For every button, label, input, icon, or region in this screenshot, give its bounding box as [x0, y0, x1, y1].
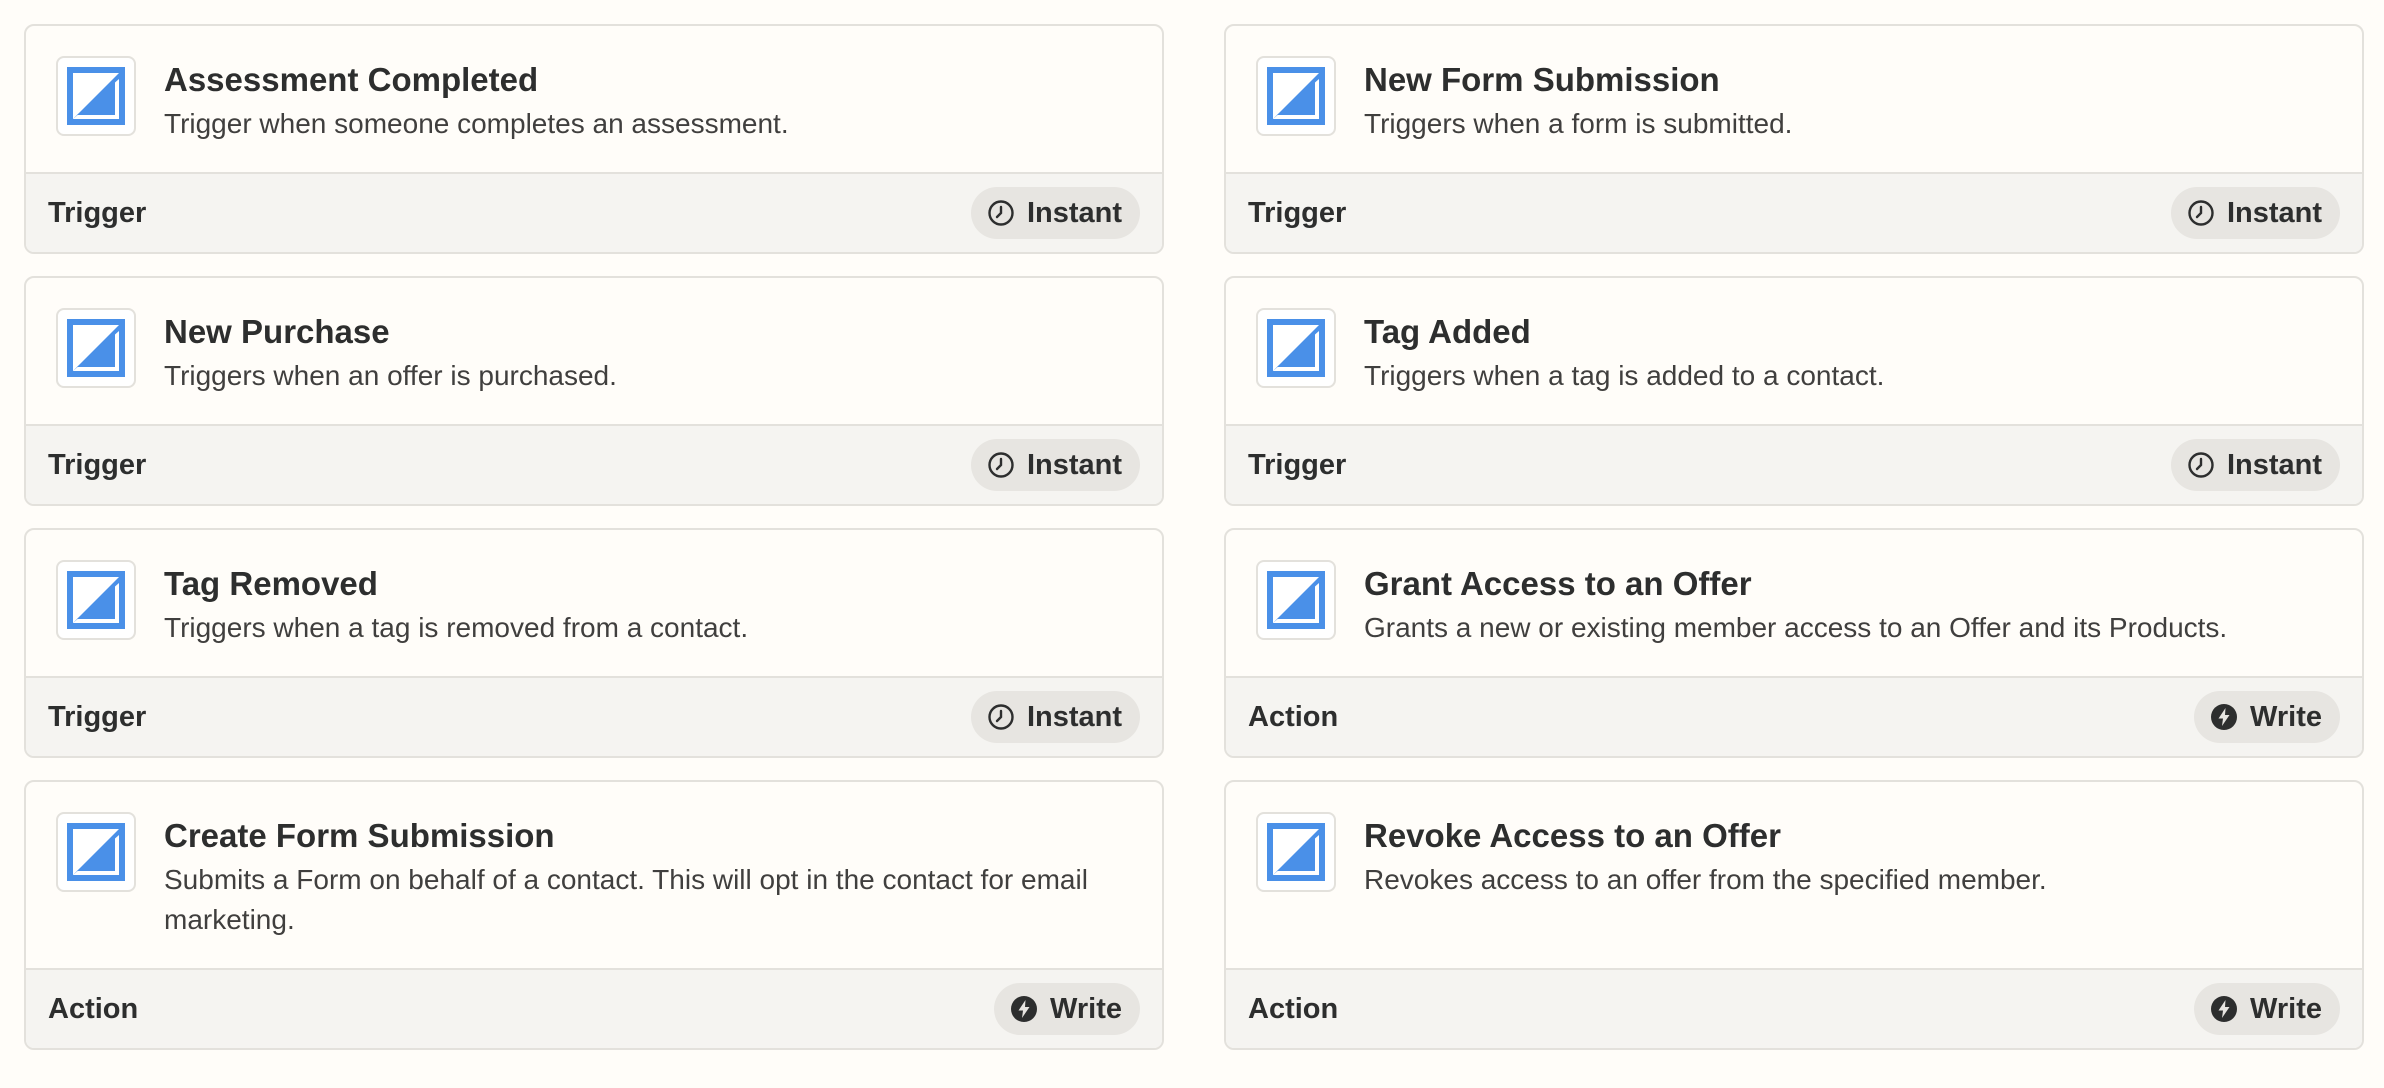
- app-card[interactable]: Tag Removed Triggers when a tag is remov…: [24, 528, 1164, 758]
- badge-label: Instant: [1026, 448, 1122, 481]
- badge-label: Instant: [2226, 448, 2322, 481]
- badge-label: Write: [2250, 992, 2322, 1025]
- card-description: Triggers when an offer is purchased.: [164, 360, 617, 391]
- card-title: Tag Added: [1364, 313, 1531, 350]
- card-header: New Purchase Triggers when an offer is p…: [26, 278, 1162, 424]
- clock-icon: [988, 704, 1014, 730]
- instant-badge: Instant: [970, 691, 1140, 743]
- kajabi-logo-icon: [1256, 308, 1336, 388]
- card-kind-label: Action: [48, 992, 139, 1025]
- lightning-icon: [1011, 996, 1038, 1022]
- card-kind-label: Action: [1248, 700, 1339, 733]
- card-footer: Trigger Instant: [26, 676, 1162, 756]
- kajabi-logo-icon: [56, 56, 136, 136]
- card-footer: Trigger Instant: [26, 424, 1162, 504]
- card-description: Submits a Form on behalf of a contact. T…: [164, 864, 1088, 935]
- clock-icon: [988, 452, 1014, 478]
- app-card[interactable]: Grant Access to an Offer Grants a new or…: [1224, 528, 2364, 758]
- card-kind-label: Trigger: [48, 448, 147, 481]
- card-footer: Trigger Instant: [26, 172, 1162, 252]
- card-header: Grant Access to an Offer Grants a new or…: [1226, 530, 2362, 676]
- instant-badge: Instant: [2170, 439, 2340, 491]
- clock-icon: [988, 200, 1014, 226]
- app-card[interactable]: Assessment Completed Trigger when someon…: [24, 24, 1164, 254]
- lightning-icon: [2211, 704, 2238, 730]
- card-description: Grants a new or existing member access t…: [1364, 612, 2228, 643]
- card-header: Tag Removed Triggers when a tag is remov…: [26, 530, 1162, 676]
- card-header: Revoke Access to an Offer Revokes access…: [1226, 782, 2362, 968]
- card-header: Create Form Submission Submits a Form on…: [26, 782, 1162, 968]
- card-footer: Action Write: [26, 968, 1162, 1048]
- card-title: New Purchase: [164, 313, 390, 350]
- card-footer: Trigger Instant: [1226, 172, 2362, 252]
- card-title: Tag Removed: [164, 565, 378, 602]
- kajabi-logo-icon: [1256, 56, 1336, 136]
- card-footer: Action Write: [1226, 968, 2362, 1048]
- clock-icon: [2188, 452, 2214, 478]
- card-description: Revokes access to an offer from the spec…: [1364, 864, 2047, 895]
- app-card[interactable]: Revoke Access to an Offer Revokes access…: [1224, 780, 2364, 1050]
- card-title: New Form Submission: [1364, 61, 1720, 98]
- write-badge: Write: [2194, 691, 2340, 743]
- card-kind-label: Trigger: [1248, 448, 1347, 481]
- card-description: Triggers when a form is submitted.: [1364, 108, 1793, 139]
- card-kind-label: Trigger: [48, 700, 147, 733]
- lightning-icon: [2211, 996, 2238, 1022]
- card-title: Revoke Access to an Offer: [1364, 817, 1781, 854]
- kajabi-logo-icon: [56, 560, 136, 640]
- instant-badge: Instant: [970, 439, 1140, 491]
- card-title: Assessment Completed: [164, 61, 539, 98]
- card-title: Grant Access to an Offer: [1364, 565, 1752, 602]
- instant-badge: Instant: [2170, 187, 2340, 239]
- card-footer: Trigger Instant: [1226, 424, 2362, 504]
- badge-label: Instant: [2226, 196, 2322, 229]
- card-kind-label: Trigger: [48, 196, 147, 229]
- card-footer: Action Write: [1226, 676, 2362, 756]
- write-badge: Write: [994, 983, 1140, 1035]
- card-header: Assessment Completed Trigger when someon…: [26, 26, 1162, 172]
- instant-badge: Instant: [970, 187, 1140, 239]
- app-card[interactable]: New Form Submission Triggers when a form…: [1224, 24, 2364, 254]
- badge-label: Instant: [1026, 196, 1122, 229]
- card-title: Create Form Submission: [164, 817, 555, 854]
- badge-label: Instant: [1026, 700, 1122, 733]
- app-card[interactable]: Create Form Submission Submits a Form on…: [24, 780, 1164, 1050]
- app-card[interactable]: Tag Added Triggers when a tag is added t…: [1224, 276, 2364, 506]
- kajabi-logo-icon: [1256, 812, 1336, 892]
- badge-label: Write: [1050, 992, 1122, 1025]
- app-card-grid: Assessment Completed Trigger when someon…: [24, 24, 2364, 1050]
- card-description: Triggers when a tag is removed from a co…: [164, 612, 749, 643]
- clock-icon: [2188, 200, 2214, 226]
- kajabi-logo-icon: [56, 308, 136, 388]
- kajabi-logo-icon: [1256, 560, 1336, 640]
- card-description: Triggers when a tag is added to a contac…: [1364, 360, 1885, 391]
- app-card[interactable]: New Purchase Triggers when an offer is p…: [24, 276, 1164, 506]
- kajabi-logo-icon: [56, 812, 136, 892]
- card-header: Tag Added Triggers when a tag is added t…: [1226, 278, 2362, 424]
- badge-label: Write: [2250, 700, 2322, 733]
- card-kind-label: Action: [1248, 992, 1339, 1025]
- card-kind-label: Trigger: [1248, 196, 1347, 229]
- card-description: Trigger when someone completes an assess…: [164, 108, 789, 139]
- write-badge: Write: [2194, 983, 2340, 1035]
- card-header: New Form Submission Triggers when a form…: [1226, 26, 2362, 172]
